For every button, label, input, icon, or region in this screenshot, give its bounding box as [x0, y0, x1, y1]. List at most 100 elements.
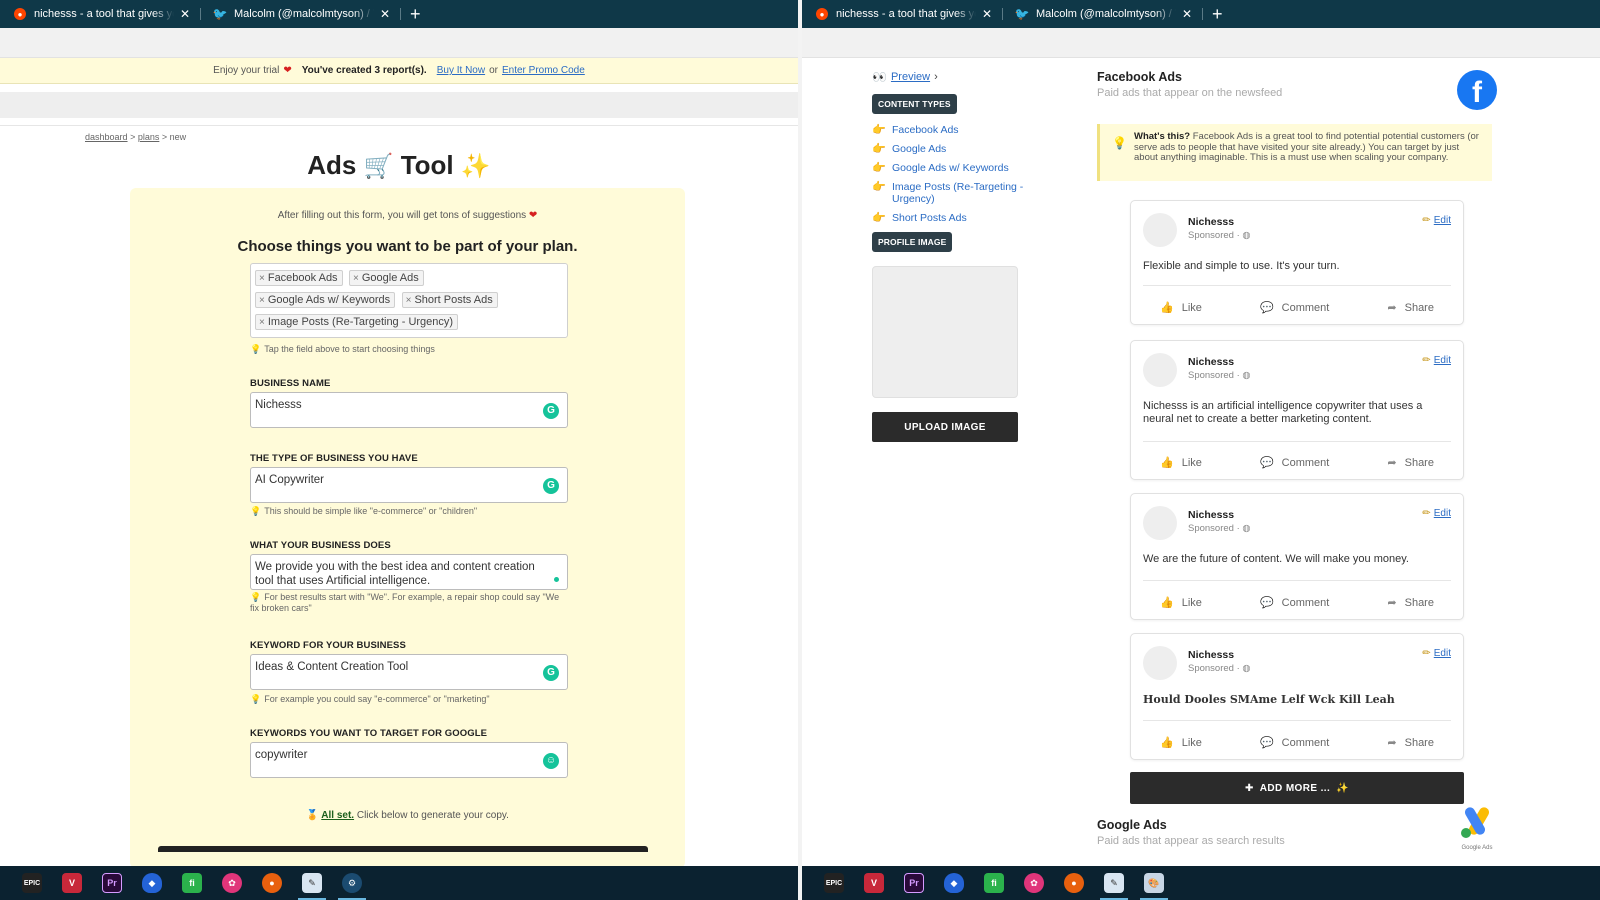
grammarly-icon[interactable]: G: [543, 478, 559, 494]
like-button[interactable]: 👍 Like: [1160, 456, 1202, 469]
taskbar-feedly[interactable]: fi: [974, 866, 1014, 900]
comment-button[interactable]: 💬 Comment: [1260, 456, 1329, 469]
content-type-item[interactable]: 👉 Image Posts (Re-Targeting - Urgency): [872, 181, 1032, 205]
steam-icon: ⚙: [342, 873, 362, 893]
keyword-value: Ideas & Content Creation Tool: [255, 661, 409, 673]
grammarly-icon[interactable]: ☺: [543, 753, 559, 769]
form-intro-text: After filling out this form, you will ge…: [277, 210, 527, 221]
tab-twitter[interactable]: 🐦 Malcolm (@malcolmtyson) / Twit ✕: [200, 0, 401, 28]
close-icon[interactable]: ✕: [378, 7, 392, 21]
content-type-item[interactable]: 👉 Facebook Ads: [872, 124, 1032, 136]
grammarly-icon[interactable]: G: [543, 665, 559, 681]
close-icon[interactable]: ✕: [980, 7, 994, 21]
tag-chip[interactable]: × Short Posts Ads: [401, 292, 498, 308]
tag-chip[interactable]: × Image Posts (Re-Targeting - Urgency): [255, 314, 459, 330]
globe-icon: ◍: [1242, 663, 1251, 674]
new-tab-button[interactable]: +: [1212, 0, 1223, 28]
sponsored-text: Sponsored ·: [1188, 370, 1240, 381]
upload-image-button[interactable]: UPLOAD IMAGE: [872, 412, 1018, 442]
taskbar-premiere[interactable]: Pr: [894, 866, 934, 900]
taskbar-shield[interactable]: ◆: [934, 866, 974, 900]
close-icon[interactable]: ✕: [1180, 7, 1194, 21]
or-text: or: [489, 65, 498, 76]
edit-link[interactable]: ✏ Edit: [1422, 648, 1451, 659]
taskbar-feedly[interactable]: fi: [172, 866, 212, 900]
grammarly-dot-icon[interactable]: [554, 577, 559, 582]
taskbar-shield[interactable]: ◆: [132, 866, 172, 900]
taskbar-vivaldi[interactable]: V: [854, 866, 894, 900]
taskbar-firefox[interactable]: ●: [1054, 866, 1094, 900]
tag-chip[interactable]: × Facebook Ads: [255, 270, 343, 286]
business-type-field[interactable]: AI Copywriter G: [250, 467, 568, 503]
edit-link[interactable]: ✏ Edit: [1422, 215, 1451, 226]
comment-button[interactable]: 💬 Comment: [1260, 596, 1329, 609]
share-button[interactable]: ➦ Share: [1387, 456, 1434, 469]
taskbar-vivaldi[interactable]: V: [52, 866, 92, 900]
like-button[interactable]: 👍 Like: [1160, 301, 1202, 314]
tab-nichesss[interactable]: ● nichesss - a tool that gives you b ✕: [802, 0, 1003, 28]
keyword-label: KEYWORD FOR YOUR BUSINESS: [250, 640, 406, 651]
taskbar-flower[interactable]: ✿: [1014, 866, 1054, 900]
remove-icon[interactable]: ×: [259, 273, 265, 284]
breadcrumb-dashboard[interactable]: dashboard: [85, 132, 128, 142]
comment-button[interactable]: 💬 Comment: [1260, 736, 1329, 749]
close-icon[interactable]: ✕: [178, 7, 192, 21]
remove-icon[interactable]: ×: [353, 273, 359, 284]
content-type-item[interactable]: 👉 Google Ads w/ Keywords: [872, 162, 1032, 174]
breadcrumb-sep: >: [161, 132, 168, 142]
address-bar[interactable]: [0, 28, 798, 58]
new-tab-button[interactable]: +: [410, 0, 421, 28]
share-button[interactable]: ➦ Share: [1387, 301, 1434, 314]
pencil-icon: ✏: [1422, 215, 1431, 226]
share-icon: ➦: [1387, 597, 1397, 609]
taskbar-steam[interactable]: ⚙: [332, 866, 372, 900]
profile-image-placeholder[interactable]: [872, 266, 1018, 398]
breadcrumb-plans[interactable]: plans: [138, 132, 160, 142]
add-more-button[interactable]: ✚ ADD MORE ... ✨: [1130, 772, 1464, 804]
grammarly-icon[interactable]: G: [543, 403, 559, 419]
taskbar-epic-games[interactable]: EPIC: [12, 866, 52, 900]
content-type-multiselect[interactable]: × Facebook Ads × Google Ads × Google Ads w/…: [250, 263, 568, 338]
promo-code-link[interactable]: Enter Promo Code: [502, 65, 585, 76]
tag-chip[interactable]: × Google Ads: [349, 270, 424, 286]
like-button[interactable]: 👍 Like: [1160, 736, 1202, 749]
google-keywords-field[interactable]: copywriter ☺: [250, 742, 568, 778]
add-more-label: ADD MORE ...: [1259, 782, 1331, 794]
taskbar-epic-games[interactable]: EPIC: [814, 866, 854, 900]
business-name-field[interactable]: Nichesss G: [250, 392, 568, 428]
tab-nichesss[interactable]: ● nichesss - a tool that gives you b ✕: [0, 0, 201, 28]
taskbar-paint[interactable]: ✎: [1094, 866, 1134, 900]
taskbar-flower[interactable]: ✿: [212, 866, 252, 900]
bulb-icon: 💡: [250, 694, 262, 704]
taskbar-firefox[interactable]: ●: [252, 866, 292, 900]
remove-icon[interactable]: ×: [259, 295, 265, 306]
all-set-link[interactable]: All set.: [321, 810, 354, 821]
edit-link[interactable]: ✏ Edit: [1422, 508, 1451, 519]
comment-button[interactable]: 💬 Comment: [1260, 301, 1329, 314]
content-type-label: Google Ads w/ Keywords: [892, 162, 1009, 174]
share-button[interactable]: ➦ Share: [1387, 736, 1434, 749]
address-bar[interactable]: [802, 28, 1600, 58]
content-type-item[interactable]: 👉 Short Posts Ads: [872, 212, 1032, 224]
tag-chip[interactable]: × Google Ads w/ Keywords: [255, 292, 396, 308]
tab-twitter[interactable]: 🐦 Malcolm (@malcolmtyson) / Twit ✕: [1002, 0, 1203, 28]
epic-games-icon: EPIC: [22, 873, 42, 893]
business-does-field[interactable]: We provide you with the best idea and co…: [250, 554, 568, 590]
keyword-field[interactable]: Ideas & Content Creation Tool G: [250, 654, 568, 690]
pointing-hand-icon: 👉: [872, 162, 886, 174]
taskbar-paint-2[interactable]: 🎨: [1134, 866, 1174, 900]
taskbar-paint[interactable]: ✎: [292, 866, 332, 900]
like-button[interactable]: 👍 Like: [1160, 596, 1202, 609]
remove-icon[interactable]: ×: [259, 317, 265, 328]
share-button[interactable]: ➦ Share: [1387, 596, 1434, 609]
buy-now-link[interactable]: Buy It Now: [437, 65, 485, 76]
nav-strip: [0, 92, 798, 118]
preview-link[interactable]: Preview: [891, 71, 930, 83]
edit-link[interactable]: ✏ Edit: [1422, 355, 1451, 366]
remove-icon[interactable]: ×: [406, 295, 412, 306]
taskbar-premiere[interactable]: Pr: [92, 866, 132, 900]
title-word-tool: Tool: [400, 150, 454, 180]
generate-button[interactable]: [158, 846, 648, 852]
ad-preview-card: Nichesss Sponsored · ◍ ✏ Edit Hould Doole…: [1130, 633, 1464, 760]
content-type-item[interactable]: 👉 Google Ads: [872, 143, 1032, 155]
